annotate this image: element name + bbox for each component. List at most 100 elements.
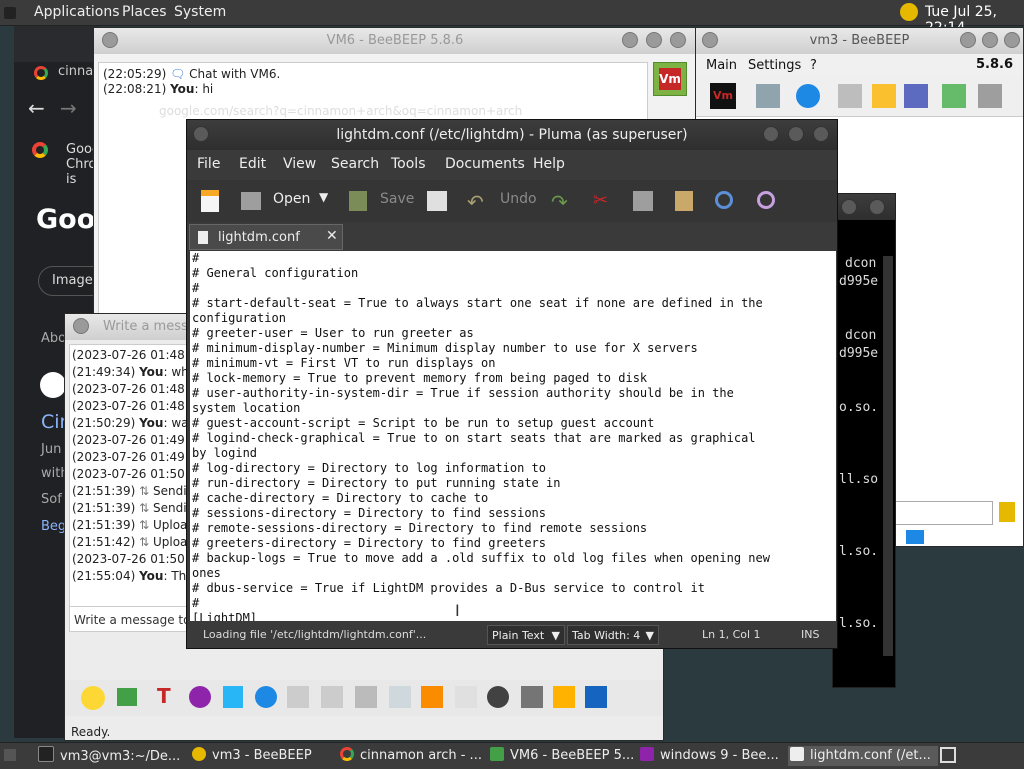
vm3-maximize-button[interactable] <box>982 32 998 48</box>
vm3-share-icon[interactable] <box>838 84 862 108</box>
tab-lightdm-conf[interactable]: lightdm.conf ✕ <box>189 224 343 250</box>
terminal-close-button[interactable] <box>869 199 885 215</box>
taskbar: vm3@vm3:~/De... vm3 - BeeBEEP cinnamon a… <box>0 742 1024 769</box>
editor-text[interactable]: # # General configuration # # start-defa… <box>190 251 836 621</box>
color-icon[interactable] <box>189 686 211 708</box>
terminal-line: l.so. <box>839 544 879 559</box>
forward-icon[interactable] <box>421 686 443 708</box>
language-selector[interactable]: Plain Text ▼ <box>487 625 565 645</box>
code-icon[interactable] <box>455 686 477 708</box>
redo-icon[interactable]: ↷ <box>551 190 568 214</box>
screenshot-icon[interactable] <box>521 686 543 708</box>
bookmark-chrome-icon[interactable] <box>32 142 48 158</box>
task-vm3-beebeep[interactable]: vm3 - BeeBEEP <box>192 746 330 766</box>
pluma-minimize-button[interactable] <box>763 126 779 142</box>
menu-system[interactable]: System <box>174 4 226 20</box>
chat-line-time: (2023-07-26 01:49: <box>72 450 189 464</box>
vm3-message-input[interactable] <box>891 501 993 525</box>
vm6-titlebar[interactable]: VM6 - BeeBEEP 5.8.6 <box>94 28 696 54</box>
menu-places[interactable]: Places <box>122 4 167 20</box>
print-icon[interactable] <box>427 191 447 211</box>
new-document-icon[interactable] <box>201 190 219 212</box>
emoji-icon[interactable] <box>81 686 105 710</box>
insert-mode[interactable]: INS <box>801 628 819 641</box>
forward-arrow-icon[interactable]: → <box>60 96 77 120</box>
cut-icon[interactable]: ✂ <box>593 190 608 211</box>
menu-edit[interactable]: Edit <box>239 156 266 172</box>
settings-gear-icon[interactable] <box>255 686 277 708</box>
save-chat-icon[interactable] <box>585 686 607 708</box>
workspace-icon[interactable] <box>940 747 956 763</box>
editor-area[interactable]: # # General configuration # # start-defa… <box>190 251 836 621</box>
pluma-close-button[interactable] <box>813 126 829 142</box>
copy-icon[interactable] <box>633 191 653 211</box>
spell-icon[interactable] <box>287 686 309 708</box>
vm3-download-icon[interactable] <box>942 84 966 108</box>
vm3-close-button[interactable] <box>1004 32 1020 48</box>
open-dropdown-icon[interactable]: ▼ <box>319 190 328 204</box>
find-icon[interactable] <box>715 191 733 209</box>
menu-documents[interactable]: Documents <box>445 156 525 172</box>
undo-icon[interactable]: ↶ <box>467 190 484 214</box>
pluma-titlebar[interactable]: lightdm.conf (/etc/lightdm) - Pluma (as … <box>187 120 837 150</box>
show-desktop-icon[interactable] <box>4 749 16 761</box>
win9-menu-button[interactable] <box>73 318 89 334</box>
open-icon[interactable] <box>241 192 261 210</box>
paste-icon[interactable] <box>675 191 693 211</box>
result-link[interactable]: Beg <box>41 519 66 534</box>
pluma-menu-button[interactable] <box>193 126 209 142</box>
vm3-menu-settings[interactable]: Settings <box>748 58 801 73</box>
bee-tray-icon[interactable] <box>900 3 918 21</box>
tab-close-icon[interactable]: ✕ <box>326 228 338 244</box>
text-icon[interactable] <box>321 686 343 708</box>
vm6-menu-button[interactable] <box>102 32 118 48</box>
chrome-tab-favicon[interactable] <box>34 66 48 80</box>
vm3-minimize-button[interactable] <box>960 32 976 48</box>
font-icon[interactable]: T <box>157 684 171 708</box>
terminal-minimize-button[interactable] <box>841 199 857 215</box>
vm6-maximize-button[interactable] <box>646 32 662 48</box>
menu-tools[interactable]: Tools <box>391 156 426 172</box>
document-icon[interactable] <box>389 686 411 708</box>
vm6-close-button[interactable] <box>670 32 686 48</box>
save-icon[interactable] <box>349 191 367 211</box>
vm3-send-icon[interactable] <box>906 530 924 544</box>
vm3-status-icon[interactable]: Vm <box>710 83 736 109</box>
vm3-settings-icon[interactable] <box>756 84 780 108</box>
send-file-icon[interactable] <box>117 688 137 706</box>
vm3-clear-icon[interactable] <box>999 502 1015 522</box>
menu-view[interactable]: View <box>283 156 316 172</box>
win9-message-input[interactable]: Write a message to <box>69 606 189 632</box>
filter-icon[interactable] <box>223 686 243 708</box>
terminal-scrollbar[interactable] <box>883 256 893 656</box>
menu-file[interactable]: File <box>197 156 220 172</box>
vm3-network-icon[interactable] <box>796 84 820 108</box>
menu-applications[interactable]: Applications <box>34 4 120 20</box>
back-arrow-icon[interactable]: ← <box>28 96 45 120</box>
vm3-menu-button[interactable] <box>702 32 718 48</box>
tab-width-selector[interactable]: Tab Width: 4 ▼ <box>567 625 659 645</box>
undo-button[interactable]: Undo <box>500 191 537 207</box>
task-vm6-beebeep[interactable]: VM6 - BeeBEEP 5... <box>490 746 634 766</box>
vm6-avatar[interactable]: Vm <box>653 62 687 96</box>
note-icon[interactable] <box>355 686 377 708</box>
chat-line-time: (2023-07-26 01:48: <box>72 399 189 413</box>
find-replace-icon[interactable] <box>757 191 775 209</box>
vm3-pen-icon[interactable] <box>872 84 896 108</box>
vm3-menu-help[interactable]: ? <box>810 58 817 73</box>
menu-help[interactable]: Help <box>533 156 565 172</box>
vm3-tools-icon[interactable] <box>904 84 928 108</box>
vm6-minimize-button[interactable] <box>622 32 638 48</box>
record-icon[interactable] <box>487 686 509 708</box>
pluma-maximize-button[interactable] <box>788 126 804 142</box>
save-button[interactable]: Save <box>380 191 414 207</box>
task-pluma[interactable]: lightdm.conf (/et... <box>788 746 938 766</box>
edit-icon[interactable] <box>553 686 575 708</box>
open-button[interactable]: Open <box>273 191 310 207</box>
task-terminal[interactable]: vm3@vm3:~/De... <box>38 746 180 766</box>
vm3-trash-icon[interactable] <box>978 84 1002 108</box>
menu-search[interactable]: Search <box>331 156 379 172</box>
task-chrome[interactable]: cinnamon arch - ... <box>340 746 482 766</box>
vm3-menu-main[interactable]: Main <box>706 58 737 73</box>
task-windows9[interactable]: windows 9 - Bee... <box>640 746 780 766</box>
